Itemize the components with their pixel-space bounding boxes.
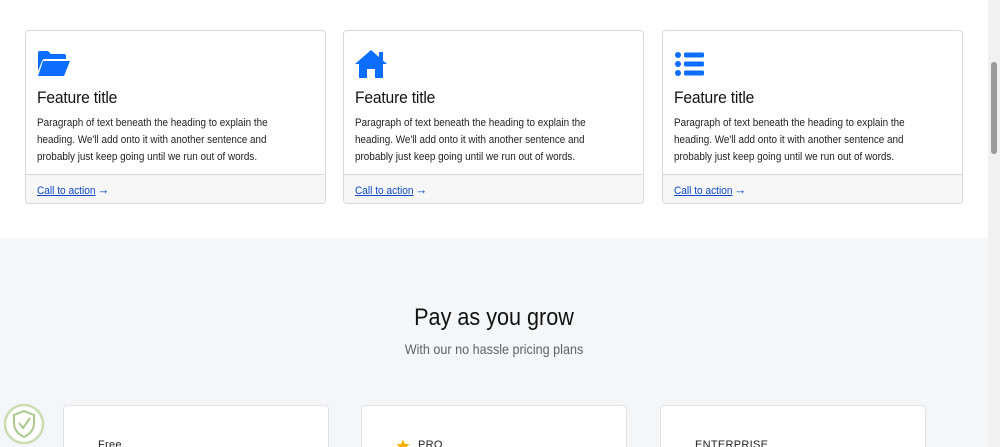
call-to-action-link[interactable]: Call to action → xyxy=(37,182,109,197)
feature-title: Feature title xyxy=(355,88,436,107)
feature-card: Feature title Paragraph of text beneath … xyxy=(662,30,963,204)
shield-badge-icon xyxy=(3,403,45,445)
call-to-action-link[interactable]: Call to action → xyxy=(355,182,427,197)
feature-text: Paragraph of text beneath the heading to… xyxy=(355,117,586,163)
feature-card: Feature title Paragraph of text beneath … xyxy=(25,30,326,204)
card-footer: Call to action → xyxy=(663,174,962,203)
feature-card: Feature title Paragraph of text beneath … xyxy=(343,30,644,204)
card-footer: Call to action → xyxy=(344,174,643,203)
plan-name: PRO xyxy=(418,439,443,447)
cta-label: Call to action xyxy=(355,185,414,197)
list-icon xyxy=(675,52,704,76)
plan-name: ENTERPRISE xyxy=(695,439,769,447)
call-to-action-link[interactable]: Call to action → xyxy=(674,182,746,197)
pricing-subtitle: With our no hassle pricing plans xyxy=(404,341,584,357)
feature-text: Paragraph of text beneath the heading to… xyxy=(37,117,268,163)
folder-open-icon xyxy=(38,51,70,76)
pricing-section: Pay as you grow With our no hassle prici… xyxy=(0,238,988,447)
plan-name: Free xyxy=(98,439,122,447)
arrow-right-icon: → xyxy=(734,182,747,197)
plan-card-enterprise: ENTERPRISE xyxy=(660,405,926,447)
home-icon xyxy=(355,50,387,78)
pricing-title: Pay as you grow xyxy=(414,304,574,331)
cta-label: Call to action xyxy=(37,185,96,197)
plan-card-pro: PRO xyxy=(361,405,627,447)
arrow-right-icon: → xyxy=(97,182,110,197)
card-footer: Call to action → xyxy=(26,174,325,203)
features-section: Feature title Paragraph of text beneath … xyxy=(0,0,988,238)
star-icon xyxy=(396,439,410,447)
cta-label: Call to action xyxy=(674,185,733,197)
feature-title: Feature title xyxy=(37,88,118,107)
page: Feature title Paragraph of text beneath … xyxy=(0,0,988,447)
arrow-right-icon: → xyxy=(415,182,428,197)
feature-title: Feature title xyxy=(674,88,755,107)
feature-text: Paragraph of text beneath the heading to… xyxy=(674,117,905,163)
plan-card-free: Free xyxy=(63,405,329,447)
vertical-scrollbar[interactable] xyxy=(988,0,1000,447)
scrollbar-thumb[interactable] xyxy=(991,62,997,154)
